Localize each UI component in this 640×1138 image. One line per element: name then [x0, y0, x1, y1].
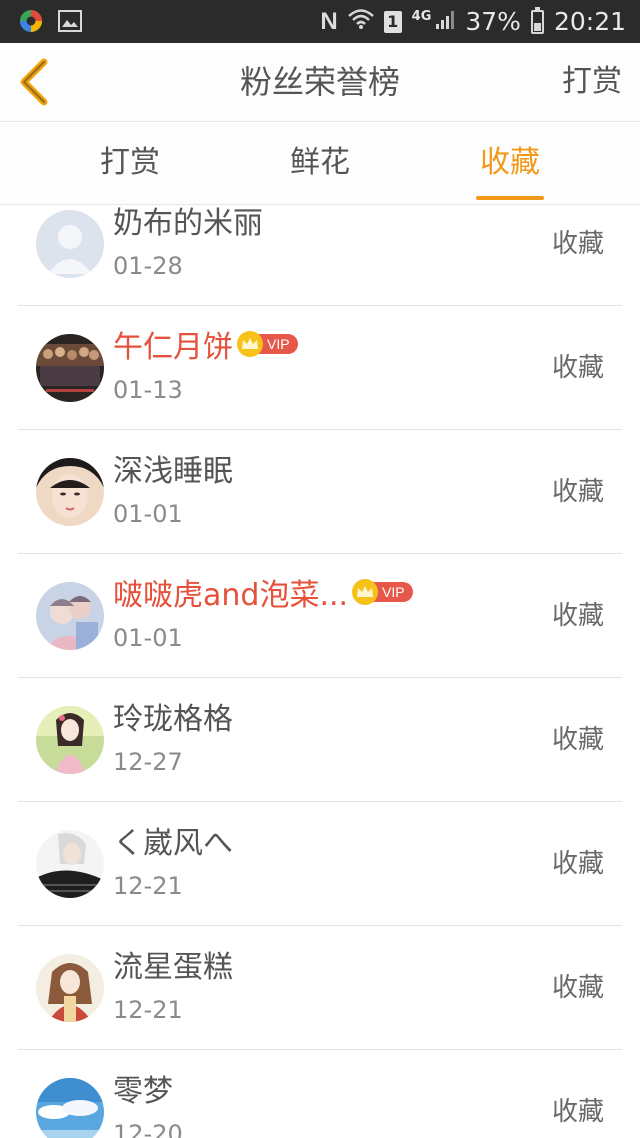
clock: 20:21 [553, 7, 626, 36]
favorite-label: 收藏 [551, 1097, 604, 1127]
tab-reward[interactable]: 打赏 [60, 122, 200, 204]
date: 01-01 [113, 500, 183, 528]
user-name[interactable]: 啵啵虎and泡菜... VIP [113, 570, 413, 614]
user-name[interactable]: 玲珑格格 [113, 694, 233, 738]
tab-favorites[interactable]: 收藏 [440, 122, 580, 204]
date: 01-01 [113, 624, 183, 652]
list-item[interactable]: 午仁月饼 VIP 01-13 收藏 [0, 306, 640, 430]
vip-badge: VIP [237, 331, 298, 357]
avatar[interactable] [36, 334, 104, 402]
list-item[interactable]: 奶布的米丽 01-28 收藏 [0, 205, 640, 306]
tab-label: 鲜花 [290, 145, 350, 180]
battery-icon [530, 6, 544, 34]
battery-percent: 37% [465, 7, 521, 36]
wifi-icon [347, 7, 374, 36]
avatar[interactable] [36, 954, 104, 1022]
avatar[interactable] [36, 830, 104, 898]
list-item[interactable]: 流星蛋糕 12-21 收藏 [0, 926, 640, 1050]
tab-bar: 打赏 鲜花 收藏 [0, 122, 640, 205]
date: 12-27 [113, 748, 183, 776]
fan-list[interactable]: 奶布的米丽 01-28 收藏 午仁月饼 VIP 01-13 收藏 深浅睡眠 01… [0, 205, 640, 1138]
avatar[interactable] [36, 458, 104, 526]
crown-icon [352, 579, 379, 605]
signal-icon [435, 7, 455, 36]
list-item[interactable]: 啵啵虎and泡菜... VIP 01-01 收藏 [0, 554, 640, 678]
user-name[interactable]: 午仁月饼 VIP [113, 322, 298, 366]
avatar[interactable] [36, 582, 104, 650]
list-item[interactable]: く崴风へ 12-21 收藏 [0, 802, 640, 926]
network-type: 4G [411, 9, 432, 24]
list-item[interactable]: 玲珑格格 12-27 收藏 [0, 678, 640, 802]
favorite-label: 收藏 [551, 849, 604, 879]
tab-flowers[interactable]: 鲜花 [250, 122, 390, 204]
favorite-label: 收藏 [551, 229, 604, 259]
favorite-label: 收藏 [551, 353, 604, 383]
user-name[interactable]: 零梦 [113, 1066, 173, 1110]
user-name[interactable]: 深浅睡眠 [113, 446, 233, 490]
date: 12-20 [113, 1120, 183, 1138]
favorite-label: 收藏 [551, 725, 604, 755]
date: 01-13 [113, 376, 183, 404]
vip-badge: VIP [352, 579, 413, 605]
avatar[interactable] [36, 210, 104, 278]
date: 12-21 [113, 872, 183, 900]
reward-button[interactable]: 打赏 [562, 43, 622, 121]
favorite-label: 收藏 [551, 973, 604, 1003]
tab-label: 收藏 [480, 145, 540, 180]
app-notification-icon [18, 8, 44, 38]
avatar[interactable] [36, 1078, 104, 1138]
crown-icon [237, 331, 263, 357]
date: 12-21 [113, 996, 183, 1024]
user-name[interactable]: く崴风へ [113, 818, 233, 862]
avatar[interactable] [36, 706, 104, 774]
user-name[interactable]: 流星蛋糕 [113, 942, 233, 986]
list-item[interactable]: 零梦 12-20 收藏 [0, 1050, 640, 1138]
list-item[interactable]: 深浅睡眠 01-01 收藏 [0, 430, 640, 554]
tab-label: 打赏 [100, 145, 160, 180]
user-name[interactable]: 奶布的米丽 [113, 205, 263, 242]
nfc-icon: N [320, 7, 338, 35]
page-title: 粉丝荣誉榜 [239, 63, 400, 101]
status-bar: N 1 4G 37% 20:21 [0, 0, 640, 43]
date: 01-28 [113, 252, 183, 280]
image-notification-icon [58, 10, 82, 36]
app-header: 粉丝荣誉榜 打赏 [0, 43, 640, 122]
active-tab-indicator [476, 196, 544, 200]
favorite-label: 收藏 [551, 601, 604, 631]
favorite-label: 收藏 [551, 477, 604, 507]
sim-slot-icon: 1 [383, 10, 402, 33]
